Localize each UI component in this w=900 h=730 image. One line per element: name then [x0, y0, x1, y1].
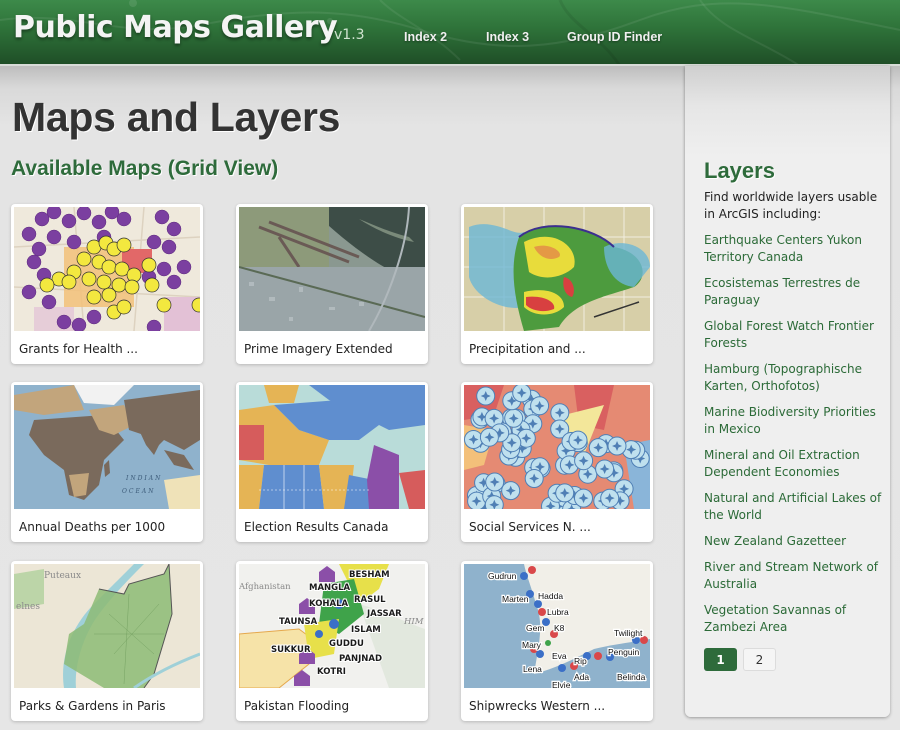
map-label-ocean: OCEAN	[122, 488, 155, 495]
map-label: GUDDU	[329, 639, 364, 649]
map-card-title[interactable]: Grants for Health ...	[19, 342, 138, 356]
map-card-title[interactable]: Prime Imagery Extended	[244, 342, 393, 356]
section-title: Available Maps (Grid View)	[11, 157, 279, 180]
layer-link[interactable]: Vegetation Savannas of Zambezi Area	[704, 602, 886, 636]
page-button-1[interactable]: 1	[704, 648, 737, 671]
map-label: Gudrun	[488, 571, 517, 581]
map-label-puteaux: Puteaux	[44, 571, 81, 581]
map-card-pakistan-flooding[interactable]: Afghanistan BESHAM MANGLA RASUL KOHALA J…	[236, 561, 428, 721]
layer-link[interactable]: Ecosistemas Terrestres de Paraguay	[704, 275, 886, 309]
map-card-parks-paris[interactable]: Puteaux elnes Parks & Gardens in Paris	[11, 561, 203, 721]
map-card-social-services[interactable]: Social Services N. ...	[461, 382, 653, 542]
map-thumbnail-pakistan-flood[interactable]: Afghanistan BESHAM MANGLA RASUL KOHALA J…	[239, 564, 425, 688]
map-label: Rip	[574, 656, 587, 666]
nav-group-id-finder[interactable]: Group ID Finder	[567, 30, 662, 44]
map-label: Lena	[523, 664, 542, 674]
map-label-himalaya: HIM	[403, 617, 424, 627]
map-label: PANJNAD	[339, 654, 382, 664]
map-card-precipitation[interactable]: Precipitation and ...	[461, 204, 653, 364]
map-card-title[interactable]: Pakistan Flooding	[244, 699, 349, 713]
map-label: Hadda	[538, 591, 563, 601]
map-thumbnail-canada-election[interactable]	[239, 385, 425, 509]
map-card-title[interactable]: Precipitation and ...	[469, 342, 586, 356]
map-thumbnail-social-services[interactable]	[464, 385, 650, 509]
map-label: SUKKUR	[271, 645, 311, 655]
map-label: MANGLA	[309, 583, 351, 593]
layer-list: Earthquake Centers Yukon Territory Canad…	[704, 232, 886, 645]
map-card-election-canada[interactable]: Election Results Canada	[236, 382, 428, 542]
map-card-title[interactable]: Parks & Gardens in Paris	[19, 699, 166, 713]
layer-link[interactable]: Global Forest Watch Frontier Forests	[704, 318, 886, 352]
map-label: Ada	[574, 672, 589, 682]
map-card-shipwrecks[interactable]: Gudrun Hadda Marten Lubra Gem K8 Twiligh…	[461, 561, 653, 721]
layer-link[interactable]: River and Stream Network of Australia	[704, 559, 886, 593]
map-card-prime-imagery[interactable]: Prime Imagery Extended	[236, 204, 428, 364]
map-thumbnail-precipitation-radar[interactable]	[464, 207, 650, 331]
map-label: Penguin	[608, 647, 639, 657]
app-header: Public Maps Gallery v1.3 Index 2 Index 3…	[0, 0, 900, 66]
layer-link[interactable]: Hamburg (Topographische Karten, Orthofot…	[704, 361, 886, 395]
map-label: ISLAM	[351, 625, 381, 635]
map-card-title[interactable]: Shipwrecks Western ...	[469, 699, 605, 713]
page-title: Maps and Layers	[12, 94, 341, 140]
map-label: TAUNSA	[279, 617, 318, 627]
layer-link[interactable]: Marine Biodiversity Priorities in Mexico	[704, 404, 886, 438]
map-thumbnail-shipwrecks[interactable]: Gudrun Hadda Marten Lubra Gem K8 Twiligh…	[464, 564, 650, 688]
app-version: v1.3	[334, 27, 365, 43]
map-label: K8	[554, 623, 565, 633]
map-label: RASUL	[354, 595, 386, 605]
map-label: JASSAR	[366, 609, 402, 619]
layer-link[interactable]: Earthquake Centers Yukon Territory Canad…	[704, 232, 886, 266]
map-label-indian: INDIAN	[125, 475, 162, 482]
map-thumbnail-health-grants[interactable]	[14, 207, 200, 331]
map-card-annual-deaths[interactable]: INDIAN OCEAN Annual Deaths per 1000	[11, 382, 203, 542]
map-label: Mary	[522, 640, 542, 650]
page-button-2[interactable]: 2	[743, 648, 776, 671]
map-card-title[interactable]: Election Results Canada	[244, 520, 389, 534]
map-label: Lubra	[547, 607, 569, 617]
layer-link[interactable]: Mineral and Oil Extraction Dependent Eco…	[704, 447, 886, 481]
map-label: Elvie	[552, 680, 571, 688]
layer-link[interactable]: Natural and Artificial Lakes of the Worl…	[704, 490, 886, 524]
sidebar-description: Find worldwide layers usable in ArcGIS i…	[704, 190, 878, 221]
sidebar-title: Layers	[704, 158, 775, 183]
map-label-suresnes: elnes	[16, 602, 40, 612]
map-thumbnail-world-choropleth[interactable]: INDIAN OCEAN	[14, 385, 200, 509]
map-thumbnail-paris-parks[interactable]: Puteaux elnes	[14, 564, 200, 688]
map-thumbnail-aerial-imagery[interactable]	[239, 207, 425, 331]
map-label: Gem	[526, 623, 544, 633]
map-label-afghanistan: Afghanistan	[239, 582, 291, 592]
map-label: Marten	[502, 594, 529, 604]
nav-index-3[interactable]: Index 3	[486, 30, 529, 44]
layer-link[interactable]: New Zealand Gazetteer	[704, 533, 886, 550]
map-label: Belinda	[617, 672, 646, 682]
map-label: Twilight	[614, 628, 643, 638]
map-card-title[interactable]: Annual Deaths per 1000	[19, 520, 165, 534]
layers-sidebar: Layers Find worldwide layers usable in A…	[685, 66, 890, 717]
map-label: KOHALA	[309, 599, 349, 609]
map-label: BESHAM	[349, 570, 390, 580]
pagination: 1 2	[704, 648, 776, 671]
map-label: KOTRI	[317, 667, 346, 677]
map-card-title[interactable]: Social Services N. ...	[469, 520, 591, 534]
nav-index-2[interactable]: Index 2	[404, 30, 447, 44]
map-card-grants-for-health[interactable]: Grants for Health ...	[11, 204, 203, 364]
app-title[interactable]: Public Maps Gallery	[13, 10, 338, 45]
map-label: Eva	[552, 651, 567, 661]
